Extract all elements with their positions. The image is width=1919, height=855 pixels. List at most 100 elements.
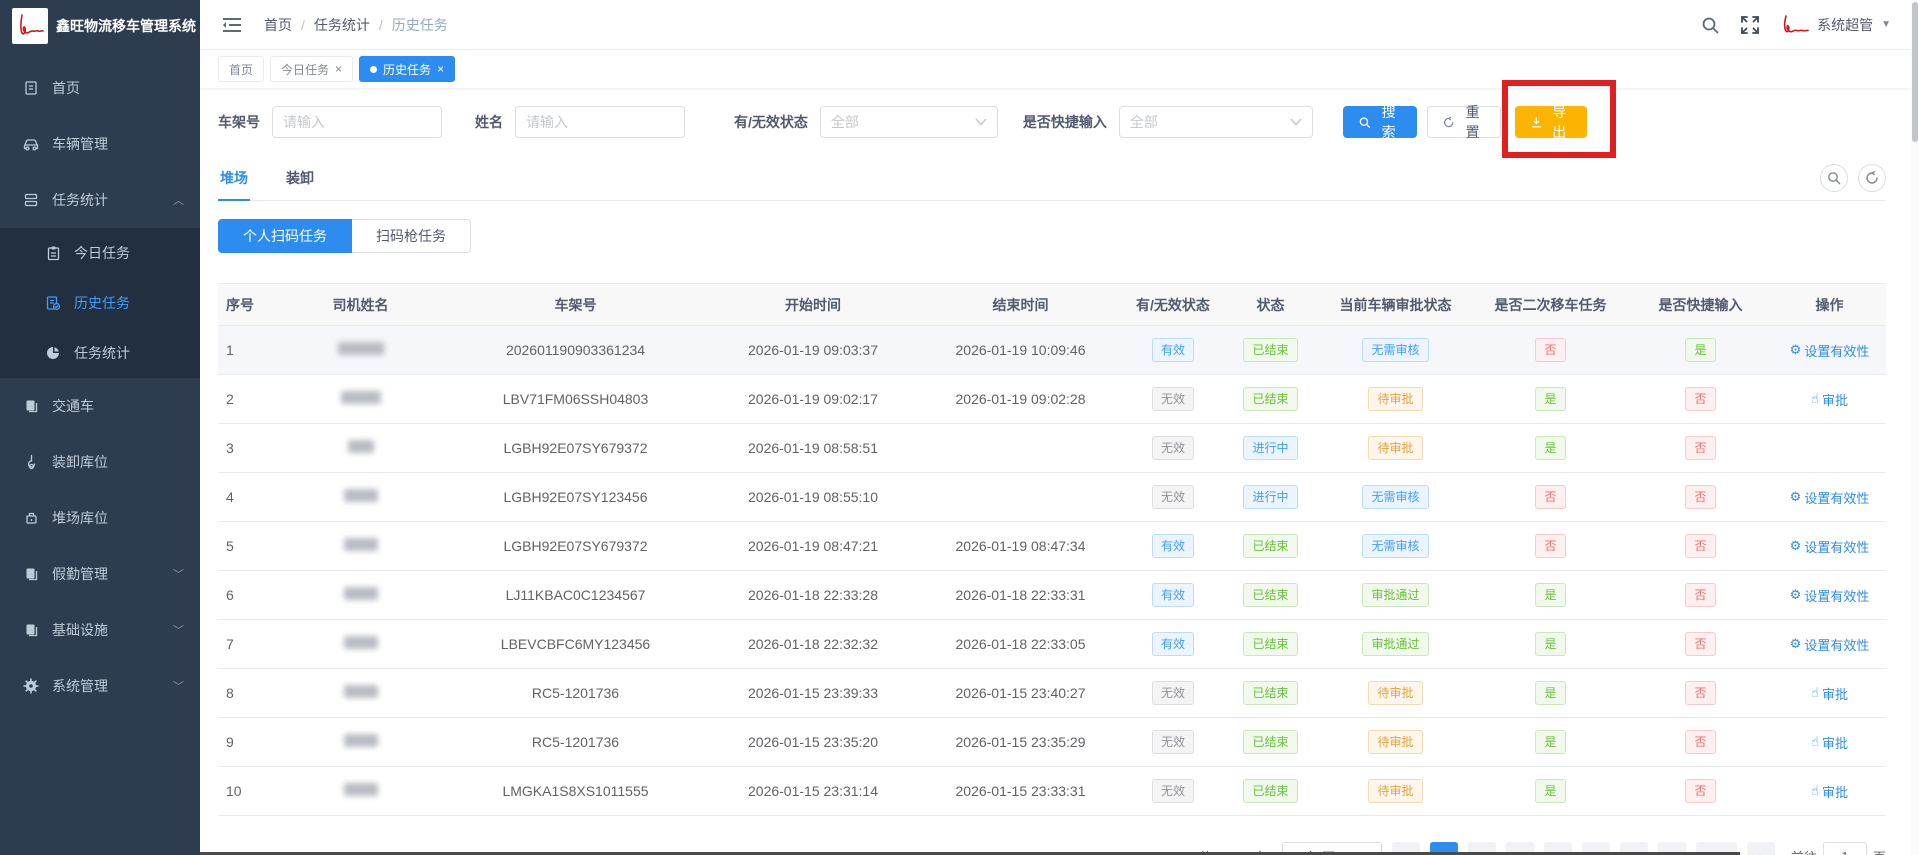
goto-suffix: 页 [1873,847,1886,855]
sidebar-subitem-1[interactable]: 历史任务 [0,278,200,328]
approve-link[interactable]: ☝ 审批 [1811,684,1848,703]
cell-index: 1 [218,325,278,375]
cell-action: ⚙ 设置有效性 [1773,472,1886,522]
cell-driver-name [278,325,443,375]
breadcrumb-home[interactable]: 首页 [264,15,292,35]
close-tab-icon[interactable]: × [437,62,444,76]
scrollbar-thumb[interactable] [1912,2,1918,142]
status-badge: 待审批 [1368,779,1423,803]
column-header: 序号 [218,283,278,326]
history-doc-icon [44,294,62,312]
set-validity-link[interactable]: ⚙ 设置有效性 [1790,341,1870,360]
set-validity-link[interactable]: ⚙ 设置有效性 [1790,488,1870,507]
content: 车架号 姓名 有/无效状态 全部 是否快捷输入 全部 [200,80,1911,855]
cell-action: ⚙ 设置有效性 [1773,570,1886,620]
cell-status: 已结束 [1223,619,1318,669]
sidebar-subitem-0[interactable]: 今日任务 [0,228,200,278]
table-refresh-button[interactable] [1858,164,1886,192]
redacted-driver-name [347,440,374,453]
column-header: 开始时间 [708,283,918,326]
sidebar-item-3[interactable]: 交通车 [0,378,200,434]
cell-vin: LGBH92E07SY679372 [443,521,708,571]
table-search-toggle-button[interactable] [1820,164,1848,192]
table-row: 10 LMGKA1S8XS1011555 2026-01-15 23:31:14 20… [218,766,1886,816]
sidebar-item-7[interactable]: 基础设施 ﹀ [0,602,200,658]
cell-vin: LMGKA1S8XS1011555 [443,766,708,816]
reset-button[interactable]: 重置 [1426,104,1501,140]
cell-index: 10 [218,766,278,816]
status-badge: 是 [1685,338,1716,362]
open-tab-0[interactable]: 首页 [218,56,265,82]
open-tab-1[interactable]: 今日任务 × [270,56,354,82]
tab-yard[interactable]: 堆场 [218,168,250,201]
global-search-icon[interactable] [1699,14,1721,36]
cell-validity: 无效 [1123,717,1223,767]
copy-icon [22,397,40,415]
open-tab-2[interactable]: 历史任务 × [359,56,456,82]
name-filter-input[interactable] [515,106,685,138]
brand-swoosh-icon [20,14,44,35]
cell-approval-status: 审批通过 [1318,619,1473,669]
refresh-icon [1443,116,1454,127]
sidebar-item-1[interactable]: 车辆管理 [0,116,200,172]
cell-action: ⚙ 设置有效性 [1773,521,1886,571]
sidebar-subitem-2[interactable]: 任务统计 [0,328,200,378]
view-tabs: 堆场 装卸 [218,164,1886,201]
cell-start-time: 2026-01-15 23:31:14 [708,766,918,816]
fullscreen-icon[interactable] [1739,14,1761,36]
sidebar-item-4[interactable]: 装卸库位 [0,434,200,490]
cell-second-move: 是 [1473,619,1628,669]
redacted-driver-name [343,685,378,698]
next-page-button[interactable]: › [1746,842,1775,855]
quick-input-filter-select[interactable]: 全部 [1118,106,1313,138]
tab-loading[interactable]: 装卸 [284,168,316,200]
approve-link[interactable]: ☝ 审批 [1811,733,1848,752]
app-title: 鑫旺物流移车管理系统 [56,18,196,34]
cell-end-time: 2026-01-18 22:33:31 [918,570,1123,620]
status-badge: 是 [1535,583,1566,607]
cell-action: ☝ 审批 [1773,717,1886,767]
sidebar-item-2[interactable]: 任务统计 ︿ [0,172,200,228]
cell-validity: 有效 [1123,619,1223,669]
column-header: 是否二次移车任务 [1473,283,1628,326]
vin-filter-input[interactable] [272,106,442,138]
filter-row: 车架号 姓名 有/无效状态 全部 是否快捷输入 全部 [218,80,1886,158]
column-header: 是否快捷输入 [1628,283,1773,326]
status-badge: 否 [1535,485,1566,509]
cell-validity: 有效 [1123,570,1223,620]
user-menu[interactable]: 系统超管 ▼ [1779,14,1891,35]
export-button[interactable]: 导出 [1514,104,1587,140]
status-badge: 已结束 [1243,779,1298,803]
cell-approval-status: 审批通过 [1318,570,1473,620]
sidebar-item-5[interactable]: 堆场库位 [0,490,200,546]
set-validity-link[interactable]: ⚙ 设置有效性 [1790,635,1870,654]
sidebar-item-6[interactable]: 假勤管理 ﹀ [0,546,200,602]
sidebar-item-0[interactable]: 首页 [0,60,200,116]
vertical-scrollbar[interactable] [1911,0,1919,855]
cell-vin: LJ11KBAC0C1234567 [443,570,708,620]
cell-quick-input: 否 [1628,619,1773,669]
mode-scan-gun-button[interactable]: 扫码枪任务 [352,219,471,253]
sidebar-item-8[interactable]: 系统管理 ﹀ [0,658,200,714]
mode-personal-scan-button[interactable]: 个人扫码任务 [218,219,352,253]
cell-status: 已结束 [1223,325,1318,375]
goto-page-input[interactable] [1822,842,1867,855]
column-header: 司机姓名 [278,283,443,326]
close-tab-icon[interactable]: × [335,62,342,76]
set-validity-link[interactable]: ⚙ 设置有效性 [1790,537,1870,556]
status-badge: 进行中 [1243,436,1298,460]
set-validity-link[interactable]: ⚙ 设置有效性 [1790,586,1870,605]
validity-filter-select[interactable]: 全部 [819,106,998,138]
cell-approval-status: 待审批 [1318,374,1473,424]
cell-index: 2 [218,374,278,424]
approve-link[interactable]: ☝ 审批 [1811,782,1848,801]
sidebar-collapse-icon[interactable] [222,14,244,36]
vin-filter-label: 车架号 [218,114,260,130]
search-button[interactable]: 搜索 [1342,104,1417,140]
status-badge: 已结束 [1243,583,1298,607]
breadcrumb-task-stats[interactable]: 任务统计 [314,15,370,35]
status-badge: 无效 [1151,387,1194,411]
table-row: 6 LJ11KBAC0C1234567 2026-01-18 22:33:28 202… [218,570,1886,620]
approve-link[interactable]: ☝ 审批 [1811,390,1848,409]
cell-index: 4 [218,472,278,522]
